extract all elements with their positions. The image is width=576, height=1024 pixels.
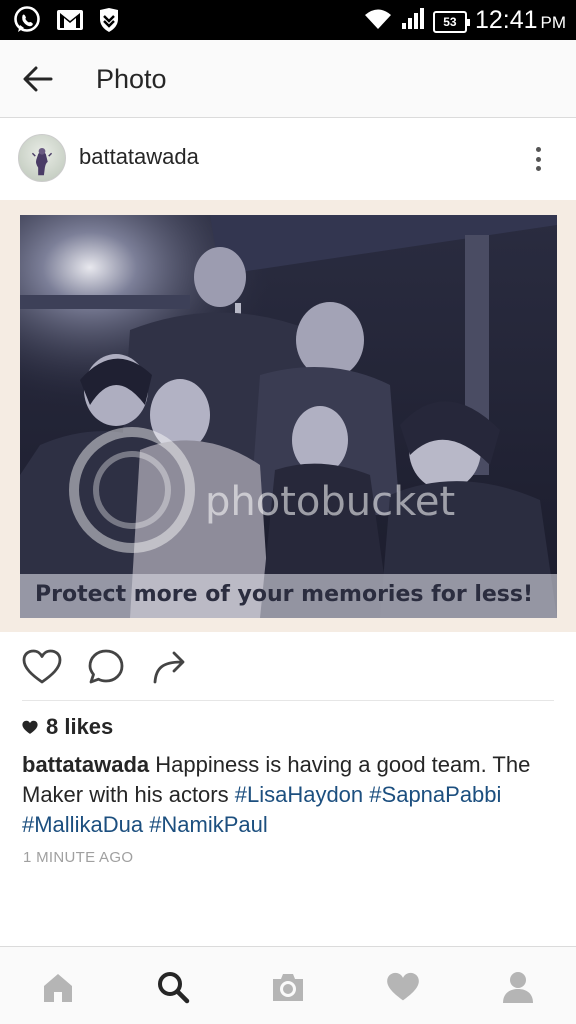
bottom-navigation: [0, 946, 576, 1024]
caption-username[interactable]: battatawada: [22, 752, 149, 777]
actions-divider: [22, 700, 554, 701]
photo-promo-band: Protect more of your memories for less!: [20, 574, 557, 618]
photo-watermark: photobucket: [205, 479, 456, 525]
back-arrow-icon: [23, 66, 53, 92]
nav-profile[interactable]: [498, 967, 538, 1007]
activity-heart-icon: [387, 972, 419, 1001]
comment-bubble-icon: [88, 649, 124, 684]
search-icon: [158, 972, 190, 1004]
post-username[interactable]: battatawada: [79, 144, 199, 170]
whatsapp-icon: [12, 5, 42, 35]
share-arrow-icon: [153, 651, 185, 684]
share-button[interactable]: [149, 646, 191, 688]
hashtag-link[interactable]: #MallikaDua: [22, 812, 143, 837]
more-dot-icon: [535, 147, 541, 152]
notification-icons: [12, 5, 120, 35]
camera-icon: [273, 974, 303, 1001]
battery-level: 53: [443, 14, 457, 29]
nav-camera[interactable]: [268, 967, 308, 1007]
clock: 12:41 PM: [475, 4, 566, 39]
hashtag-link[interactable]: #SapnaPabbi: [369, 782, 501, 807]
nav-search[interactable]: [153, 967, 193, 1007]
post-actions: [0, 632, 576, 700]
heart-filled-icon: [22, 720, 38, 734]
battery-icon: 53: [432, 10, 470, 33]
post-header: battatawada: [0, 118, 576, 200]
more-dot-icon: [535, 156, 541, 162]
app-bar: Photo: [0, 40, 576, 118]
more-dot-icon: [535, 166, 541, 171]
clock-time: 12:41: [474, 6, 538, 34]
heart-outline-icon: [22, 649, 62, 684]
more-options-button[interactable]: [526, 142, 550, 176]
wifi-icon: [363, 7, 393, 36]
back-button[interactable]: [18, 61, 58, 97]
vpn-shield-icon: [98, 7, 120, 33]
likes-row[interactable]: 8 likes: [22, 714, 113, 740]
gmail-icon: [56, 8, 84, 32]
clock-ampm: PM: [540, 13, 567, 32]
page-title: Photo: [96, 64, 167, 94]
photo-image: [20, 215, 557, 618]
system-indicators: 53 12:41 PM: [363, 4, 566, 39]
post-photo[interactable]: photobucket Protect more of your memorie…: [20, 215, 557, 618]
like-button[interactable]: [21, 646, 63, 688]
hashtag-link[interactable]: #NamikPaul: [149, 812, 268, 837]
nav-activity[interactable]: [383, 967, 423, 1007]
status-bar: 53 12:41 PM: [0, 0, 576, 40]
nav-home[interactable]: [38, 967, 78, 1007]
post-timestamp: 1 MINUTE AGO: [23, 849, 134, 866]
post-caption: battatawada Happiness is having a good t…: [22, 750, 554, 840]
profile-icon: [503, 972, 533, 1003]
home-icon: [44, 974, 72, 1002]
hashtag-link[interactable]: #LisaHaydon: [235, 782, 363, 807]
photo-container: photobucket Protect more of your memorie…: [0, 200, 576, 632]
likes-count: 8 likes: [46, 714, 114, 739]
signal-icon: [401, 7, 425, 36]
comment-button[interactable]: [85, 646, 127, 688]
avatar[interactable]: [18, 134, 66, 182]
photo-promo-text: Protect more of your memories for less!: [35, 582, 534, 607]
